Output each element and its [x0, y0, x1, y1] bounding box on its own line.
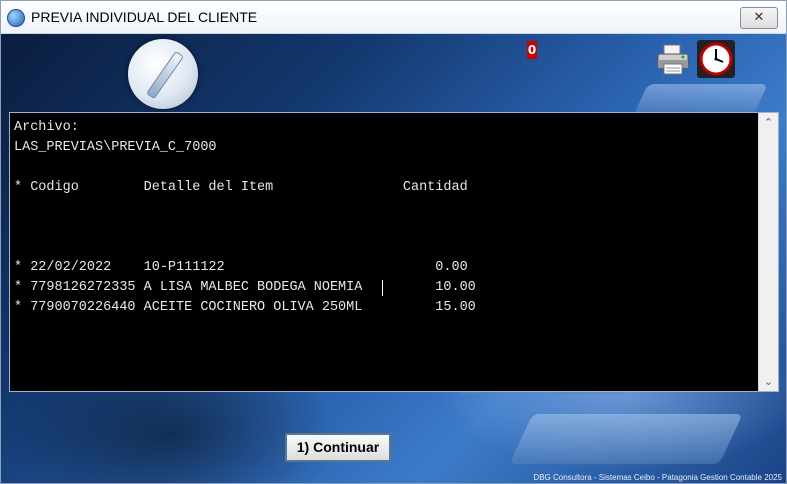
console-line: * 7790070226440 ACEITE COCINERO OLIVA 25…: [14, 300, 476, 315]
footer-credits: DBG Consultora - Sistemas Ceibo - Patago…: [533, 473, 782, 482]
dialog-window: PREVIA INDIVIDUAL DEL CLIENTE ✕ 0 Archiv…: [0, 0, 787, 484]
console-line: Archivo:: [14, 120, 79, 135]
clock-icon[interactable]: [697, 40, 735, 78]
preview-console[interactable]: Archivo: LAS_PREVIAS\PREVIA_C_7000 * Codig…: [9, 112, 779, 392]
title-bar[interactable]: PREVIA INDIVIDUAL DEL CLIENTE ✕: [1, 1, 786, 34]
text-cursor: [382, 280, 383, 296]
scroll-up-icon[interactable]: ⌃: [759, 113, 778, 132]
console-line: * Codigo Detalle del Item Cantidad: [14, 180, 468, 195]
window-title: PREVIA INDIVIDUAL DEL CLIENTE: [31, 9, 258, 25]
close-button[interactable]: ✕: [740, 7, 778, 29]
dialog-body: 0 Archivo: LAS_PREVIAS\PREVIA_C_7000 * Cod…: [1, 34, 786, 483]
console-line: * 7798126272335 A LISA MALBEC BODEGA NOE…: [14, 280, 476, 295]
background-decoration: [634, 84, 768, 114]
console-line: LAS_PREVIAS\PREVIA_C_7000: [14, 140, 217, 155]
vertical-scrollbar[interactable]: ⌃ ⌄: [758, 113, 778, 391]
logo-mark: [145, 50, 185, 100]
console-text: Archivo: LAS_PREVIAS\PREVIA_C_7000 * Codig…: [14, 118, 754, 391]
console-line: * 22/02/2022 10-P111122 0.00: [14, 260, 468, 275]
app-icon: [7, 9, 25, 27]
printer-icon[interactable]: [655, 42, 691, 78]
background-decoration: [509, 414, 743, 464]
continue-button[interactable]: 1) Continuar: [285, 433, 391, 462]
status-badge: 0: [527, 41, 537, 59]
logo-icon: [128, 39, 198, 109]
scroll-down-icon[interactable]: ⌄: [759, 372, 778, 391]
